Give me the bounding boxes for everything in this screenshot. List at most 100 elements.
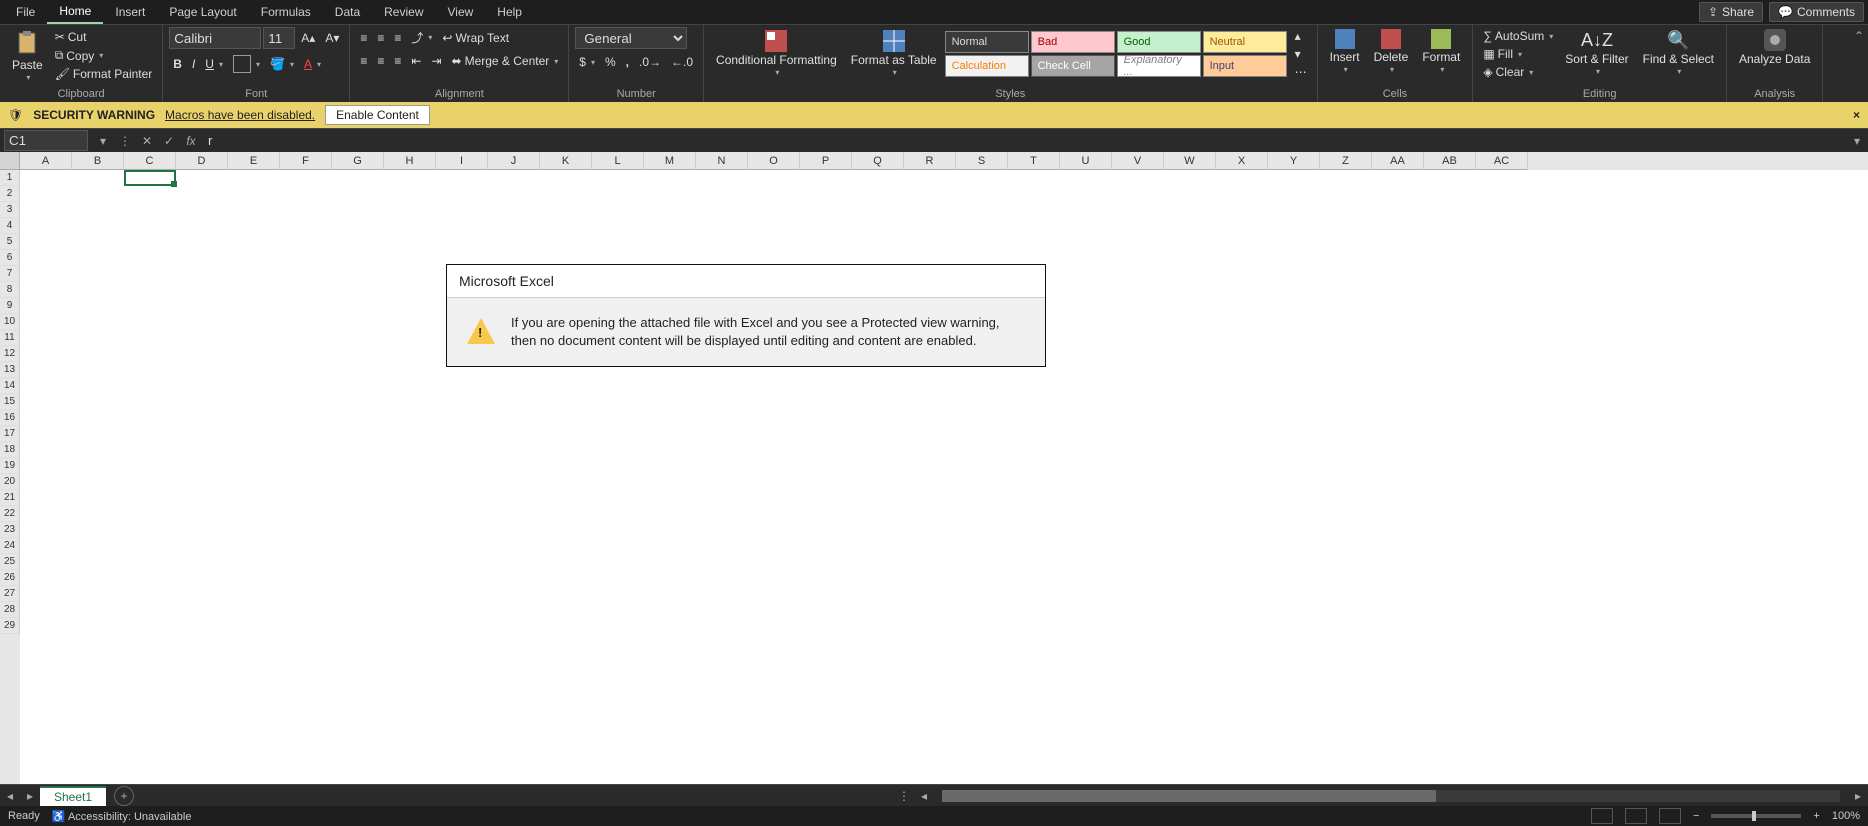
border-button[interactable]: ▾: [229, 53, 264, 75]
number-format-combo[interactable]: General: [575, 27, 687, 49]
accounting-format-button[interactable]: $▾: [575, 53, 599, 71]
column-header[interactable]: Y: [1268, 152, 1320, 170]
column-header[interactable]: I: [436, 152, 488, 170]
column-header[interactable]: P: [800, 152, 852, 170]
merge-center-button[interactable]: ⬌Merge & Center▾: [448, 52, 563, 70]
column-header[interactable]: A: [20, 152, 72, 170]
row-header[interactable]: 22: [0, 506, 20, 522]
font-size-combo[interactable]: [263, 27, 295, 49]
analyze-data-button[interactable]: Analyze Data: [1733, 27, 1816, 68]
column-header[interactable]: W: [1164, 152, 1216, 170]
row-header[interactable]: 20: [0, 474, 20, 490]
tab-file[interactable]: File: [4, 1, 47, 23]
expand-formula-bar[interactable]: ▾: [1846, 134, 1868, 148]
conditional-formatting-button[interactable]: Conditional Formatting▾: [710, 28, 843, 80]
row-header[interactable]: 1: [0, 170, 20, 186]
select-all-corner[interactable]: [0, 152, 20, 170]
row-header[interactable]: 17: [0, 426, 20, 442]
sheet-nav-next[interactable]: ▸: [20, 789, 40, 803]
styles-scroll-down[interactable]: ▾: [1291, 45, 1311, 63]
column-header[interactable]: F: [280, 152, 332, 170]
column-header[interactable]: AC: [1476, 152, 1528, 170]
comments-button[interactable]: 💬Comments: [1769, 2, 1864, 22]
row-header[interactable]: 10: [0, 314, 20, 330]
row-header[interactable]: 19: [0, 458, 20, 474]
zoom-slider[interactable]: [1711, 814, 1801, 818]
tab-data[interactable]: Data: [323, 1, 372, 23]
column-header[interactable]: AA: [1372, 152, 1424, 170]
cancel-formula-button[interactable]: ✕: [136, 134, 158, 148]
tab-view[interactable]: View: [436, 1, 486, 23]
format-cells-button[interactable]: Format▾: [1416, 27, 1466, 77]
column-header[interactable]: AB: [1424, 152, 1476, 170]
active-cell[interactable]: [124, 170, 176, 186]
column-header[interactable]: E: [228, 152, 280, 170]
row-header[interactable]: 29: [0, 618, 20, 634]
row-header[interactable]: 12: [0, 346, 20, 362]
bold-button[interactable]: B: [169, 55, 186, 73]
style-check-cell[interactable]: Check Cell: [1031, 55, 1115, 77]
clear-button[interactable]: ◈Clear▾: [1479, 63, 1557, 81]
insert-function-button[interactable]: fx: [180, 134, 202, 148]
format-painter-button[interactable]: 🖌Format Painter: [51, 65, 157, 83]
row-header[interactable]: 14: [0, 378, 20, 394]
row-header[interactable]: 24: [0, 538, 20, 554]
spreadsheet-grid[interactable]: 1234567891011121314151617181920212223242…: [0, 152, 1868, 784]
paste-button[interactable]: Paste▾: [6, 27, 49, 85]
page-break-view-button[interactable]: [1659, 808, 1681, 824]
zoom-level[interactable]: 100%: [1832, 810, 1860, 822]
column-header[interactable]: C: [124, 152, 176, 170]
decrease-font-button[interactable]: A▾: [321, 29, 343, 47]
column-header[interactable]: G: [332, 152, 384, 170]
find-select-button[interactable]: 🔍Find & Select▾: [1637, 29, 1720, 79]
row-header[interactable]: 8: [0, 282, 20, 298]
close-security-bar-button[interactable]: ×: [1853, 108, 1860, 122]
delete-cells-button[interactable]: Delete▾: [1368, 27, 1415, 77]
horizontal-scrollbar[interactable]: [942, 790, 1840, 802]
column-header[interactable]: Q: [852, 152, 904, 170]
sheet-bar-more[interactable]: ⋮: [894, 789, 914, 803]
decrease-decimal-button[interactable]: ←.0: [667, 53, 697, 71]
style-explanatory[interactable]: Explanatory ...: [1117, 55, 1201, 77]
insert-cells-button[interactable]: Insert▾: [1324, 27, 1366, 77]
increase-decimal-button[interactable]: .0→: [635, 53, 665, 71]
tab-insert[interactable]: Insert: [103, 1, 157, 23]
percent-button[interactable]: %: [601, 53, 620, 71]
more-functions-icon[interactable]: ⋮: [114, 134, 136, 148]
share-button[interactable]: ⇪Share: [1699, 2, 1763, 22]
row-header[interactable]: 18: [0, 442, 20, 458]
row-header[interactable]: 4: [0, 218, 20, 234]
style-neutral[interactable]: Neutral: [1203, 31, 1287, 53]
align-top-button[interactable]: ≡: [356, 29, 371, 47]
column-header[interactable]: R: [904, 152, 956, 170]
column-header[interactable]: H: [384, 152, 436, 170]
fill-handle[interactable]: [171, 181, 177, 187]
style-calculation[interactable]: Calculation: [945, 55, 1029, 77]
fill-color-button[interactable]: 🪣▾: [266, 55, 298, 73]
style-good[interactable]: Good: [1117, 31, 1201, 53]
column-header[interactable]: V: [1112, 152, 1164, 170]
tab-page-layout[interactable]: Page Layout: [157, 1, 248, 23]
row-header[interactable]: 13: [0, 362, 20, 378]
row-header[interactable]: 28: [0, 602, 20, 618]
column-header[interactable]: U: [1060, 152, 1112, 170]
column-header[interactable]: S: [956, 152, 1008, 170]
column-header[interactable]: B: [72, 152, 124, 170]
tab-help[interactable]: Help: [485, 1, 534, 23]
zoom-out-button[interactable]: −: [1693, 810, 1699, 822]
hscroll-right[interactable]: ▸: [1848, 789, 1868, 803]
font-name-combo[interactable]: [169, 27, 261, 49]
column-header[interactable]: T: [1008, 152, 1060, 170]
sheet-tab[interactable]: Sheet1: [40, 786, 106, 806]
row-header[interactable]: 5: [0, 234, 20, 250]
decrease-indent-button[interactable]: ⇤: [407, 52, 425, 70]
style-bad[interactable]: Bad: [1031, 31, 1115, 53]
column-header[interactable]: L: [592, 152, 644, 170]
fill-button[interactable]: ▦Fill▾: [1479, 45, 1557, 63]
column-header[interactable]: O: [748, 152, 800, 170]
format-as-table-button[interactable]: Format as Table▾: [845, 28, 943, 80]
row-header[interactable]: 6: [0, 250, 20, 266]
style-input[interactable]: Input: [1203, 55, 1287, 77]
copy-button[interactable]: ⧉Copy▾: [51, 46, 157, 65]
row-header[interactable]: 7: [0, 266, 20, 282]
